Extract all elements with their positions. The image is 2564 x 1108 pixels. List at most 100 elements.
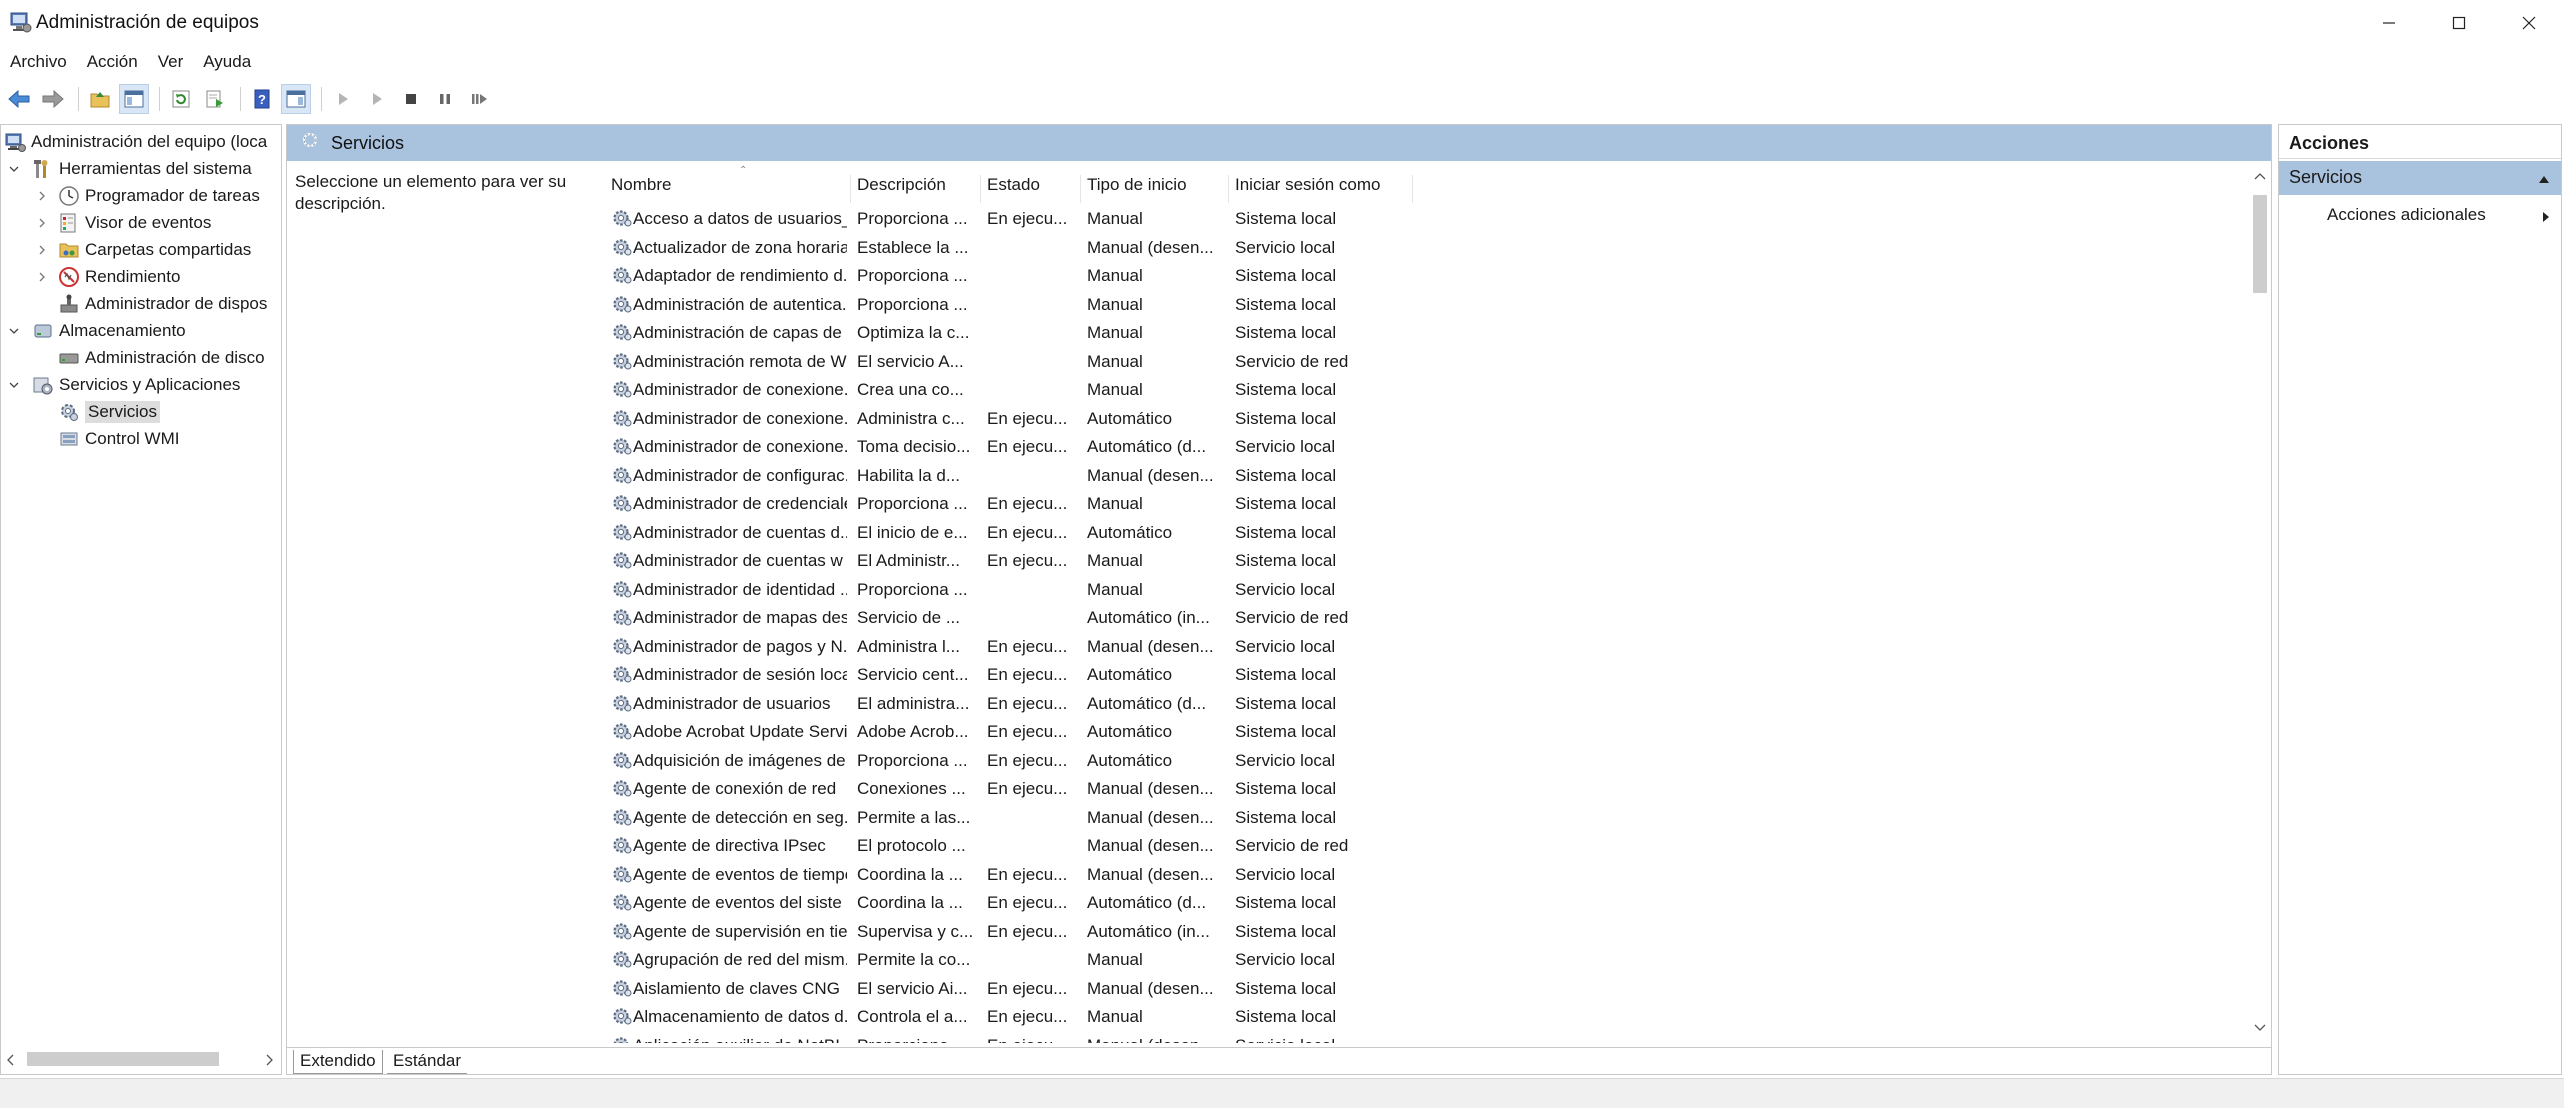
action-more-actions[interactable]: Acciones adicionales [2327,205,2486,225]
table-row[interactable]: Agente de conexión de red Conexiones ... E… [605,775,1505,804]
scroll-down-icon[interactable] [2253,1019,2267,1039]
table-row[interactable]: Administrador de credenciales Proporciona… [605,490,1505,519]
table-row[interactable]: Almacenamiento de datos d... Controla el … [605,1003,1505,1032]
tree-item-label: Administración de disco [85,348,265,367]
chevron-down-icon[interactable] [7,378,21,392]
help-button[interactable]: ? [247,84,277,114]
tree-item-system-tools[interactable]: Herramientas del sistema [7,156,252,182]
start-service-button[interactable] [328,84,358,114]
column-header-status[interactable]: Estado [981,175,1081,203]
table-row[interactable]: Administrador de pagos y N... Administra … [605,633,1505,662]
stop-service-button[interactable] [396,84,426,114]
table-row[interactable]: Acceso a datos de usuarios_... Proporcion… [605,205,1505,234]
table-row[interactable]: Adaptador de rendimiento d... Proporciona… [605,262,1505,291]
tree-item-label: Visor de eventos [85,213,212,232]
service-logon: Sistema local [1235,722,1337,741]
table-row[interactable]: Administrador de identidad ... Proporcion… [605,576,1505,605]
service-startup-type: Automático [1087,750,1173,770]
restart-service-button[interactable] [464,84,494,114]
table-row[interactable]: Agente de eventos del siste Coordina la .… [605,889,1505,918]
scrollbar-thumb[interactable] [27,1052,219,1066]
table-row[interactable]: Adobe Acrobat Update Servi Adobe Acrob...… [605,718,1505,747]
tab-standard[interactable]: Estándar [387,1050,468,1074]
tree-item-shared-folders[interactable]: Carpetas compartidas [35,237,251,263]
service-description: Proporciona ... [857,750,968,770]
menu-archivo[interactable]: Archivo [0,48,77,78]
close-button[interactable] [2494,0,2564,46]
table-row[interactable]: Administrador de conexione... Crea una co… [605,376,1505,405]
table-row[interactable]: Administrador de conexione... Toma decisi… [605,433,1505,462]
tree-item-wmi-control[interactable]: Control WMI [57,426,179,452]
chevron-right-icon[interactable] [35,216,49,230]
table-row[interactable]: Agrupación de red del mism... Permite la … [605,946,1505,975]
table-row[interactable]: Administrador de cuentas d... El inicio d… [605,519,1505,548]
table-row[interactable]: Administrador de sesión local Servicio ce… [605,661,1505,690]
start-service-alt-button[interactable] [362,84,392,114]
services-vertical-scrollbar[interactable] [2249,163,2271,1043]
table-row[interactable]: Administración remota de W... El servicio… [605,348,1505,377]
service-logon: Sistema local [1235,266,1337,285]
table-row[interactable]: Administración de autentica... Proporcion… [605,291,1505,320]
tree-item-disk-management[interactable]: Administración de disco [57,345,265,371]
forward-button[interactable] [38,84,68,114]
tree-item-services-applications[interactable]: Servicios y Aplicaciones [7,372,240,398]
scroll-right-icon[interactable] [263,1052,275,1072]
column-header-log-on-as[interactable]: Iniciar sesión como [1229,175,1413,203]
back-button[interactable] [4,84,34,114]
maximize-button[interactable] [2424,0,2494,46]
tree-item-computer-management[interactable]: Administración del equipo (loca [3,129,267,155]
chevron-down-icon[interactable] [7,162,21,176]
tree-item-device-manager[interactable]: Administrador de dispos [57,291,267,317]
export-list-button[interactable] [200,84,230,114]
up-folder-button[interactable] [85,84,115,114]
table-row[interactable]: Actualizador de zona horaria... Establece… [605,234,1505,263]
table-row[interactable]: Agente de detección en seg... Permite a l… [605,804,1505,833]
service-logon: Servicio de red [1235,608,1349,627]
table-row[interactable]: Agente de supervisión en tie... Supervisa… [605,918,1505,947]
table-row[interactable]: Administrador de mapas des... Servicio de… [605,604,1505,633]
table-row[interactable]: Administración de capas de ... Optimiza l… [605,319,1505,348]
actions-title: Acciones [2279,125,2561,159]
chevron-right-icon[interactable] [35,243,49,257]
services-gear-icon [57,400,81,424]
minimize-button[interactable] [2354,0,2424,46]
table-row[interactable]: Adquisición de imágenes de... Proporciona… [605,747,1505,776]
pause-service-button[interactable] [430,84,460,114]
submenu-arrow-icon[interactable] [2541,209,2551,229]
table-row[interactable]: Administrador de configurac... Habilita l… [605,462,1505,491]
tree-item-task-scheduler[interactable]: Programador de tareas [35,183,260,209]
column-header-name[interactable]: Nombre [605,175,851,203]
table-row[interactable]: Administrador de conexione... Administra … [605,405,1505,434]
service-name: Administrador de conexione... [633,437,847,456]
tree-item-storage[interactable]: Almacenamiento [7,318,186,344]
show-hide-action-pane-button[interactable] [281,84,311,114]
column-header-startup-type[interactable]: Tipo de inicio [1081,175,1229,203]
collapse-up-icon[interactable] [2537,169,2551,190]
menu-accion[interactable]: Acción [77,48,148,78]
actions-section-services[interactable]: Servicios [2279,161,2561,195]
column-header-description[interactable]: Descripción [851,175,981,203]
table-row[interactable]: Administrador de cuentas w El Administr..… [605,547,1505,576]
table-row[interactable]: Aislamiento de claves CNG El servicio Ai.… [605,975,1505,1004]
menu-ayuda[interactable]: Ayuda [193,48,261,78]
scroll-up-icon[interactable] [2253,167,2267,187]
window-title: Administración de equipos [36,12,259,33]
menu-ver[interactable]: Ver [148,48,194,78]
tab-extended[interactable]: Extendido [293,1050,383,1074]
tree-item-performance[interactable]: Rendimiento [35,264,180,290]
scrollbar-thumb[interactable] [2253,195,2267,293]
show-hide-console-tree-button[interactable] [119,84,149,114]
scroll-left-icon[interactable] [5,1052,17,1072]
table-row[interactable]: Agente de directiva IPsec El protocolo ..… [605,832,1505,861]
refresh-button[interactable] [166,84,196,114]
wmi-icon [57,427,81,451]
chevron-right-icon[interactable] [35,189,49,203]
chevron-right-icon[interactable] [35,270,49,284]
chevron-down-icon[interactable] [7,324,21,338]
table-row[interactable]: Administrador de usuarios El administra..… [605,690,1505,719]
tree-item-event-viewer[interactable]: Visor de eventos [35,210,211,236]
tree-horizontal-scrollbar[interactable] [1,1044,281,1074]
table-row[interactable]: Agente de eventos de tiempo Coordina la .… [605,861,1505,890]
table-row[interactable]: Aplicación auxiliar de NetBI... Proporcio… [605,1032,1505,1043]
tree-item-services[interactable]: Servicios [57,399,160,425]
